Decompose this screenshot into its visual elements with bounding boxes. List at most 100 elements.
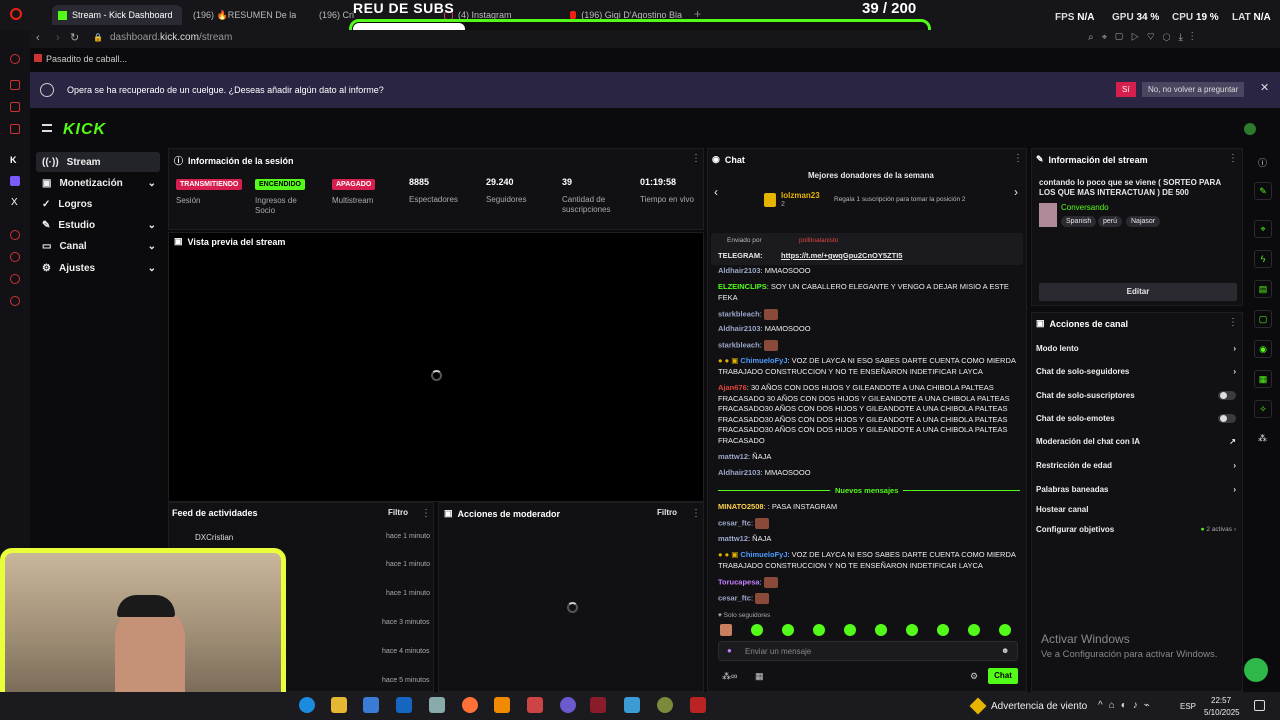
action-host-channel[interactable]: Hostear canal xyxy=(1036,505,1236,514)
app4-icon[interactable] xyxy=(690,697,706,713)
tab-youtube-cristian[interactable]: (196) Cristian Castro xyxy=(314,5,354,25)
send-chat-button[interactable]: Chat xyxy=(988,668,1018,684)
edge-icon[interactable] xyxy=(299,697,315,713)
menu-icon[interactable] xyxy=(42,124,52,132)
more-options-icon[interactable]: ⋮ xyxy=(1013,153,1023,164)
clock-time[interactable]: 22:57 xyxy=(1211,696,1231,705)
mic-icon[interactable]: ● xyxy=(727,646,732,655)
action-followers-only[interactable]: Chat de solo-seguidores › xyxy=(1036,367,1236,376)
action-goals[interactable]: Configurar objetivos ● 2 activas › xyxy=(1036,525,1236,534)
edit-tool-icon[interactable]: ✎ xyxy=(1254,182,1272,200)
sidebar-icon-3[interactable] xyxy=(10,102,20,112)
settings-icon[interactable]: ⚙ xyxy=(970,671,978,682)
tool-icon[interactable] xyxy=(527,697,543,713)
clock-date[interactable]: 5/10/2025 xyxy=(1204,708,1240,717)
sidebar-icon-9[interactable] xyxy=(10,252,20,262)
chevron-right-icon[interactable]: › xyxy=(1014,185,1018,199)
category-name[interactable]: Conversando xyxy=(1061,203,1109,212)
emote-icon[interactable] xyxy=(782,624,794,636)
emote-icon[interactable] xyxy=(751,624,763,636)
sidebar-icon-11[interactable] xyxy=(10,296,20,306)
settings-icon[interactable]: ⁂ xyxy=(1258,433,1267,444)
action-slow-mode[interactable]: Modo lento › xyxy=(1036,344,1236,353)
sidebar-icon-2[interactable] xyxy=(10,80,20,90)
kick-logo[interactable]: KICK xyxy=(63,121,106,139)
chevron-left-icon[interactable]: ‹ xyxy=(714,185,718,199)
clip-tool-icon[interactable]: ▤ xyxy=(1254,280,1272,298)
info-icon[interactable]: ⓘ xyxy=(1258,156,1267,169)
back-icon[interactable]: ‹ xyxy=(36,32,40,44)
subs-only-toggle[interactable] xyxy=(1218,391,1236,400)
tray-icons[interactable]: ^⌂◐♪⌁ xyxy=(1098,700,1156,711)
emote-icon[interactable] xyxy=(968,624,980,636)
emote-icon[interactable] xyxy=(844,624,856,636)
emoji-icon[interactable]: ☻ xyxy=(1001,646,1009,655)
app2-icon[interactable] xyxy=(624,697,640,713)
nav-canal[interactable]: ▭ Canal ⌄ xyxy=(36,236,160,256)
more-options-icon[interactable]: ⋮ xyxy=(421,508,431,519)
emote-icon[interactable] xyxy=(906,624,918,636)
tag[interactable]: perú xyxy=(1098,216,1123,227)
more-options-icon[interactable]: ⋮ xyxy=(1228,317,1238,328)
filter-button[interactable]: Filtro xyxy=(657,508,677,517)
crash-no-button[interactable]: No, no volver a preguntar xyxy=(1142,82,1245,97)
chat-tools-icon[interactable]: ⁂∞ xyxy=(722,671,737,682)
outlook-icon[interactable] xyxy=(396,697,412,713)
url-field[interactable]: dashboard.kick.com/stream xyxy=(110,32,232,43)
action-age-restriction[interactable]: Restricción de edad › xyxy=(1036,461,1236,470)
sidebar-icon-8[interactable] xyxy=(10,230,20,240)
reload-icon[interactable]: ↻ xyxy=(70,31,79,44)
store-icon[interactable] xyxy=(363,697,379,713)
emote-icon[interactable] xyxy=(875,624,887,636)
broadcast-tool-icon[interactable]: ◉ xyxy=(1254,340,1272,358)
chat-input[interactable]: ● Enviar un mensaje ☻ xyxy=(718,641,1018,661)
emote-icon[interactable] xyxy=(999,624,1011,636)
chat-tool-icon[interactable]: ▢ xyxy=(1254,310,1272,328)
kick-sidebar-icon[interactable]: K xyxy=(10,155,17,165)
x-sidebar-icon[interactable]: X xyxy=(11,197,18,208)
nav-monetizacion[interactable]: ▣ Monetización ⌄ xyxy=(36,173,160,193)
sidebar-icon-10[interactable] xyxy=(10,274,20,284)
nav-ajustes[interactable]: ⚙ Ajustes ⌄ xyxy=(36,258,160,278)
weather-text[interactable]: Advertencia de viento xyxy=(991,701,1087,712)
emote-icon[interactable] xyxy=(720,624,732,636)
file-explorer-icon[interactable] xyxy=(331,697,347,713)
tag[interactable]: Spanish xyxy=(1061,216,1097,227)
vlc-icon[interactable] xyxy=(494,697,510,713)
nav-stream[interactable]: ((·)) Stream xyxy=(36,152,160,172)
close-icon[interactable]: ✕ xyxy=(1260,81,1269,94)
more-options-icon[interactable]: ⋮ xyxy=(691,508,701,519)
more-options-icon[interactable]: ⋮ xyxy=(1228,153,1238,164)
nav-logros[interactable]: ✓ Logros xyxy=(36,194,160,214)
edit-button[interactable]: Editar xyxy=(1039,283,1237,301)
user-avatar[interactable] xyxy=(1244,123,1256,135)
filter-button[interactable]: Filtro xyxy=(388,508,408,517)
wrench-tool-icon[interactable]: ✧ xyxy=(1254,400,1272,418)
nav-estudio[interactable]: ✎ Estudio ⌄ xyxy=(36,215,160,235)
forward-icon[interactable]: › xyxy=(56,32,60,44)
pinned-link[interactable]: https://t.me/+gwqGpu2CnOY5ZTI5 xyxy=(781,251,902,260)
raid-tool-icon[interactable]: ⌖ xyxy=(1254,220,1272,238)
notification-icon[interactable] xyxy=(1254,700,1265,711)
action-banned-words[interactable]: Palabras baneadas › xyxy=(1036,485,1236,494)
emote-icon[interactable] xyxy=(813,624,825,636)
app3-icon[interactable] xyxy=(657,697,673,713)
more-options-icon[interactable]: ⋮ xyxy=(691,153,701,164)
app-icon[interactable] xyxy=(429,697,445,713)
twitch-sidebar-icon[interactable] xyxy=(10,176,20,186)
tag[interactable]: Najasor xyxy=(1126,216,1161,227)
firefox-icon[interactable] xyxy=(462,697,478,713)
emote-quick-bar[interactable] xyxy=(720,624,1030,639)
sidebar-icon-4[interactable] xyxy=(10,124,20,134)
emote-icon[interactable] xyxy=(937,624,949,636)
layout-tool-icon[interactable]: ▦ xyxy=(1254,370,1272,388)
language-indicator[interactable]: ESP xyxy=(1180,702,1196,711)
obs-icon[interactable] xyxy=(560,697,576,713)
lightning-tool-icon[interactable]: ϟ xyxy=(1254,250,1272,268)
tab-kick-dashboard[interactable]: Stream - Kick Dashboard xyxy=(52,5,182,25)
sidebar-icon-1[interactable] xyxy=(10,54,20,64)
opera-logo-icon[interactable] xyxy=(10,8,22,20)
bookmark-item[interactable]: Pasadito de caball... xyxy=(34,54,127,64)
calendar-icon[interactable]: ▦ xyxy=(755,671,764,682)
emotes-only-toggle[interactable] xyxy=(1218,414,1236,423)
